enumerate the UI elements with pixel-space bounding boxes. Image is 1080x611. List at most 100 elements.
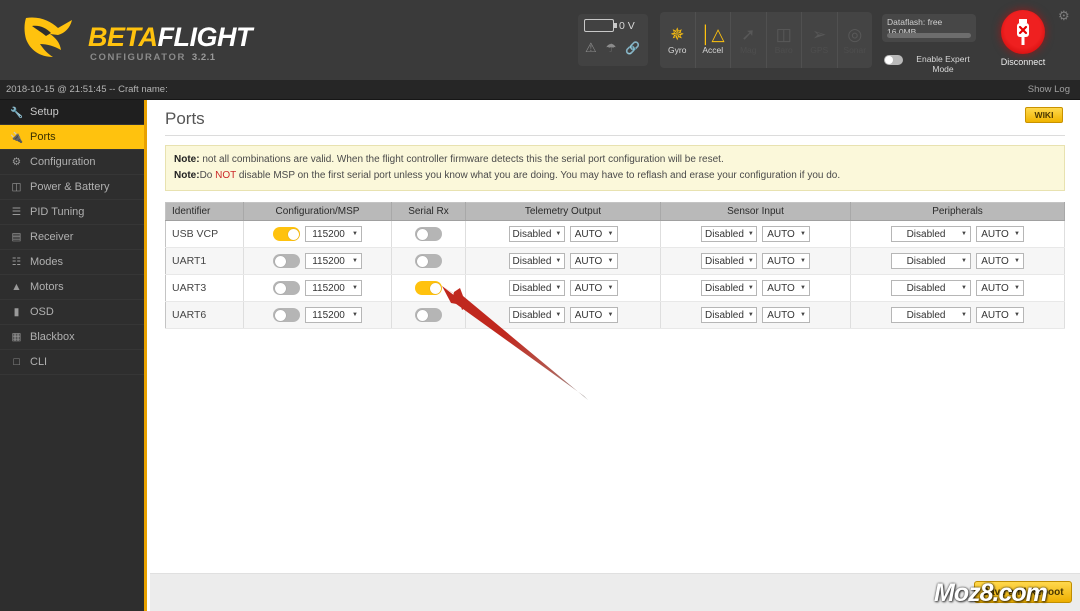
sonar-icon: ◎ — [847, 24, 863, 44]
col-peripherals: Peripherals — [850, 202, 1065, 221]
sidebar-item-configuration[interactable]: ⚙ Configuration — [0, 150, 144, 175]
chevron-down-icon: ▼ — [747, 312, 754, 318]
uart1-peripheral-baud-select[interactable]: AUTO ▼ — [976, 253, 1024, 269]
uart1-peripheral-function-value: Disabled — [906, 255, 946, 267]
usbvcp-sensor-baud-select[interactable]: AUTO ▼ — [762, 226, 810, 242]
usbvcp-serial-rx-toggle[interactable] — [415, 227, 442, 241]
dataflash-label: Dataflash: free — [887, 17, 943, 27]
notes-panel: Note: not all combinations are valid. Wh… — [165, 145, 1065, 191]
row-identifier-uart3: UART3 — [165, 274, 244, 302]
wrench-icon: 🔧 — [10, 106, 24, 119]
expert-mode-toggle[interactable]: Enable Expert Mode — [884, 54, 980, 74]
uart6-sensor-function-select[interactable]: Disabled ▼ — [701, 307, 757, 323]
sidebar-item-label-ports: Ports — [30, 131, 56, 143]
note-line-1: Note: not all combinations are valid. Wh… — [174, 154, 724, 165]
usbvcp-msp-baud-select[interactable]: 115200 ▼ — [305, 226, 362, 242]
uart1-peripheral-function-select[interactable]: Disabled ▼ — [891, 253, 971, 269]
disconnect-circle[interactable] — [1001, 10, 1045, 54]
uart6-peripheral-function-select[interactable]: Disabled ▼ — [891, 307, 971, 323]
sidebar-item-power-battery[interactable]: ◫ Power & Battery — [0, 175, 144, 200]
page-header: Ports WIKI — [165, 100, 1065, 136]
chevron-down-icon: ▼ — [352, 258, 358, 264]
uart3-serial-rx-toggle[interactable] — [415, 281, 442, 295]
usbvcp-telemetry-baud-select[interactable]: AUTO ▼ — [569, 226, 618, 242]
chevron-down-icon: ▼ — [607, 231, 614, 237]
cell-msp-usbvcp: 115200 ▼ — [243, 220, 392, 248]
cell-peripheral-uart3: Disabled ▼ AUTO ▼ — [850, 274, 1065, 302]
uart3-peripheral-function-select[interactable]: Disabled ▼ — [891, 280, 971, 296]
sidebar-item-label-pid: PID Tuning — [30, 206, 85, 218]
gyro-icon: ✵ — [670, 24, 685, 44]
uart3-sensor-function-value: Disabled — [705, 282, 744, 294]
battery-icon: ◫ — [11, 181, 22, 193]
uart3-msp-baud-select[interactable]: 115200 ▼ — [305, 280, 362, 296]
usbvcp-msp-baud-value: 115200 — [312, 228, 345, 240]
uart1-telemetry-function-select[interactable]: Disabled ▼ — [508, 253, 565, 269]
uart1-msp-baud-value: 115200 — [312, 255, 345, 267]
chevron-down-icon: ▼ — [607, 258, 614, 264]
uart3-telemetry-baud-select[interactable]: AUTO ▼ — [569, 280, 618, 296]
sidebar-item-setup[interactable]: 🔧 Setup — [0, 100, 144, 125]
cell-sensor-uart3: Disabled ▼ AUTO ▼ — [660, 274, 851, 302]
disconnect-label: Disconnect — [1000, 57, 1046, 67]
usbvcp-msp-toggle[interactable] — [273, 227, 300, 241]
uart3-sensor-baud-select[interactable]: AUTO ▼ — [762, 280, 810, 296]
sidebar-item-label-cli: CLI — [30, 356, 48, 368]
uart1-sensor-baud-select[interactable]: AUTO ▼ — [762, 253, 810, 269]
usbvcp-peripheral-baud-select[interactable]: AUTO ▼ — [976, 226, 1024, 242]
sidebar-item-osd[interactable]: ▮ OSD — [0, 300, 144, 325]
sidebar-nav: 🔧 Setup 🔌 Ports ⚙ Configuration ◫ Power … — [0, 100, 147, 611]
usbvcp-sensor-function-select[interactable]: Disabled ▼ — [701, 226, 757, 242]
sensor-baro: ◫ Baro — [767, 12, 802, 68]
sidebar-item-receiver[interactable]: ▤ Receiver — [0, 225, 144, 250]
show-log-link[interactable]: Show Log — [1028, 84, 1070, 95]
chevron-down-icon: ▼ — [1014, 258, 1020, 264]
uart6-telemetry-function-select[interactable]: Disabled ▼ — [508, 307, 565, 323]
disconnect-button[interactable]: Disconnect — [995, 10, 1051, 67]
cell-telemetry-uart3: Disabled ▼ AUTO ▼ — [465, 274, 661, 302]
usbvcp-telemetry-function-value: Disabled — [512, 228, 552, 240]
uart3-peripheral-baud-select[interactable]: AUTO ▼ — [976, 280, 1024, 296]
uart6-serial-rx-toggle[interactable] — [415, 308, 442, 322]
sensor-gyro-label: Gyro — [668, 44, 687, 55]
sidebar-item-blackbox[interactable]: ▦ Blackbox — [0, 325, 144, 350]
watermark: Moz8.com — [934, 579, 1048, 607]
brand-logo: BETAFLIGHT CONFIGURATOR 3.2.1 — [20, 8, 252, 72]
chevron-down-icon: ▼ — [961, 231, 967, 237]
battery-status-panel: 0 V ⚠ ☂ 🔗 — [578, 14, 648, 66]
cell-serialrx-usbvcp — [391, 220, 466, 248]
uart6-sensor-baud-select[interactable]: AUTO ▼ — [762, 307, 810, 323]
usbvcp-telemetry-function-select[interactable]: Disabled ▼ — [508, 226, 565, 242]
usbvcp-peripheral-function-select[interactable]: Disabled ▼ — [891, 226, 971, 242]
uart3-telemetry-function-select[interactable]: Disabled ▼ — [508, 280, 565, 296]
uart1-msp-toggle[interactable] — [273, 254, 300, 268]
chevron-down-icon: ▼ — [961, 312, 967, 318]
uart6-peripheral-baud-select[interactable]: AUTO ▼ — [976, 307, 1024, 323]
sidebar-item-motors[interactable]: ▲ Motors — [0, 275, 144, 300]
chevron-down-icon: ▼ — [555, 258, 562, 264]
dataflash-progress-bar — [887, 33, 971, 38]
expert-mode-switch[interactable] — [884, 55, 903, 65]
uart3-sensor-function-select[interactable]: Disabled ▼ — [701, 280, 757, 296]
wiki-button[interactable]: WIKI — [1025, 107, 1063, 123]
sidebar-item-label-receiver: Receiver — [30, 231, 74, 243]
sidebar-item-pid-tuning[interactable]: ☰ PID Tuning — [0, 200, 144, 225]
uart1-msp-baud-select[interactable]: 115200 ▼ — [305, 253, 362, 269]
sensor-sonar-label: Sonar — [843, 44, 867, 55]
uart1-telemetry-baud-select[interactable]: AUTO ▼ — [569, 253, 618, 269]
uart6-telemetry-baud-select[interactable]: AUTO ▼ — [569, 307, 618, 323]
uart3-msp-toggle[interactable] — [273, 281, 300, 295]
mag-icon: ➚ — [741, 24, 756, 44]
uart6-telemetry-baud-value: AUTO — [574, 309, 603, 321]
chevron-down-icon: ▼ — [800, 285, 806, 291]
uart1-sensor-function-select[interactable]: Disabled ▼ — [701, 253, 757, 269]
sidebar-item-cli[interactable]: □ CLI — [0, 350, 144, 375]
terminal-icon: □ — [13, 356, 20, 368]
col-configuration: Configuration/MSP — [243, 202, 392, 221]
gear-icon[interactable]: ⚙ — [1058, 8, 1070, 24]
uart6-msp-toggle[interactable] — [273, 308, 300, 322]
sidebar-item-modes[interactable]: ☷ Modes — [0, 250, 144, 275]
sidebar-item-ports[interactable]: 🔌 Ports — [0, 125, 144, 150]
uart1-serial-rx-toggle[interactable] — [415, 254, 442, 268]
uart6-msp-baud-select[interactable]: 115200 ▼ — [305, 307, 362, 323]
